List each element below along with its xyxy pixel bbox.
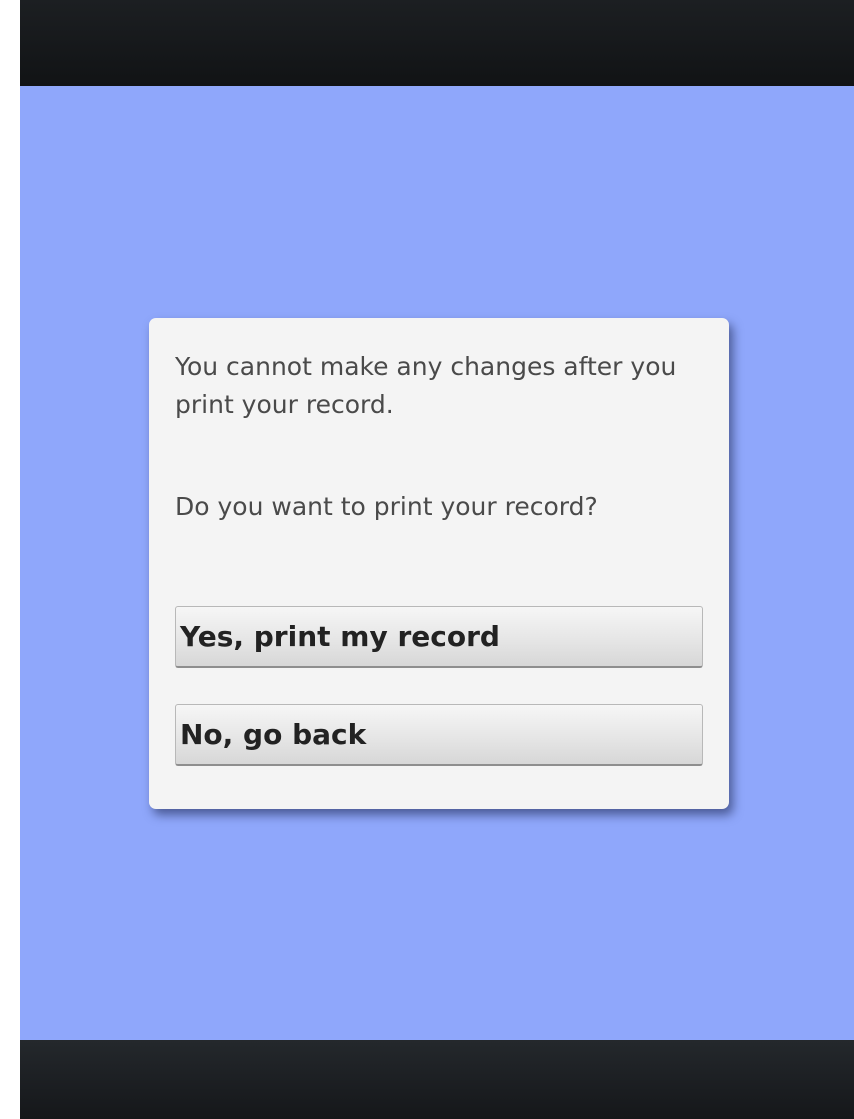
bottom-bar xyxy=(20,1040,854,1119)
warning-message: You cannot make any changes after you pr… xyxy=(175,352,677,419)
screen-frame: You cannot make any changes after you pr… xyxy=(20,0,854,1119)
confirm-question: Do you want to print your record? xyxy=(175,492,598,521)
yes-print-button[interactable]: Yes, print my record xyxy=(175,606,703,668)
print-confirmation-dialog: You cannot make any changes after you pr… xyxy=(149,318,729,809)
top-bar xyxy=(20,0,854,86)
no-go-back-button[interactable]: No, go back xyxy=(175,704,703,766)
